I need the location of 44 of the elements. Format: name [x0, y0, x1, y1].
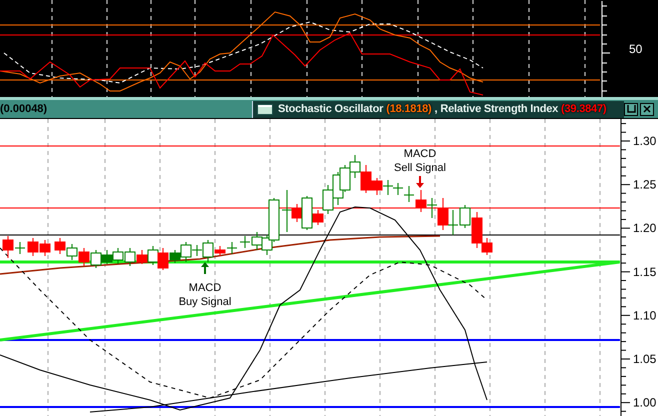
candlestick	[124, 248, 136, 266]
candlestick	[340, 164, 350, 192]
axis-label: 1.30	[633, 134, 656, 148]
title-separator: ,	[434, 103, 438, 115]
candlestick	[404, 186, 414, 202]
candlestick	[112, 248, 124, 264]
axis-label: 50	[629, 42, 642, 56]
signal-label: Buy Signal	[178, 296, 232, 308]
indicator-name: Relative Strength Index	[440, 103, 558, 115]
signal-label: MACD	[404, 148, 436, 160]
candlestick	[66, 244, 78, 260]
up-arrow-icon	[201, 262, 209, 274]
close-icon	[643, 105, 651, 113]
restore-button[interactable]	[624, 102, 638, 116]
candlestick	[148, 246, 158, 266]
candlestick	[226, 242, 238, 254]
axis-label: 1.25	[633, 178, 656, 192]
signal-label: MACD	[188, 282, 222, 294]
axis-label: 1.20	[633, 221, 656, 236]
candlestick	[136, 250, 148, 264]
signal-label: Sell Signal	[394, 162, 446, 174]
indicator-reading: (18.1818)	[386, 103, 432, 115]
axis-label: 1.15	[633, 264, 656, 279]
restore-icon	[626, 105, 636, 113]
candlestick	[392, 182, 404, 196]
candlestick	[54, 238, 66, 254]
candlestick	[78, 248, 90, 266]
candlestick	[416, 190, 426, 212]
candlestick	[350, 154, 360, 178]
window-icon	[257, 104, 273, 114]
down-arrow-icon	[416, 176, 424, 188]
axis-label: 1.05	[633, 352, 656, 366]
candlestick	[448, 210, 458, 236]
candlestick	[382, 180, 394, 196]
indicator-name: Stochastic Oscillator	[278, 103, 384, 115]
close-button[interactable]	[640, 102, 654, 116]
candlestick	[40, 240, 50, 256]
indicator-value: (0.00048)	[0, 103, 48, 115]
axis-label: 1.00	[633, 396, 656, 410]
indicator-reading: (39.3847)	[561, 103, 606, 115]
candlestick	[28, 238, 38, 256]
axis-label: 1.10	[633, 308, 656, 322]
candlestick	[90, 250, 102, 268]
candlestick	[102, 250, 112, 264]
